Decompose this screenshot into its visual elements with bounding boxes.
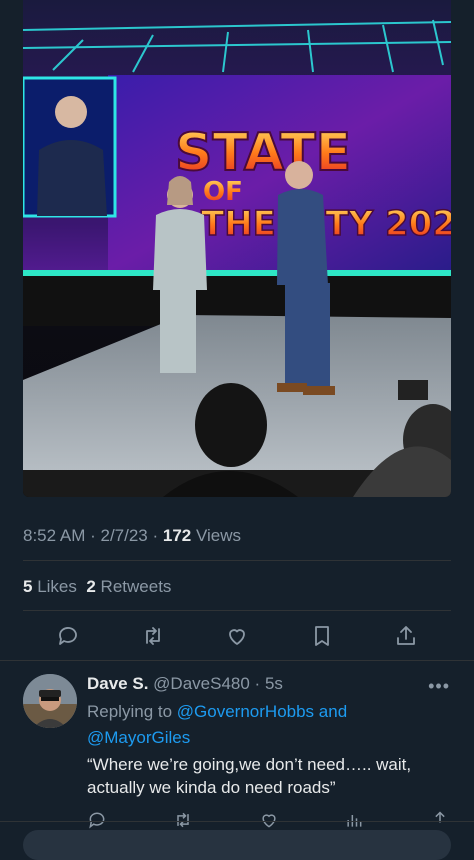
retweets-label: Retweets (100, 577, 172, 596)
reply-action-bar (87, 810, 450, 830)
share-icon[interactable] (430, 810, 450, 830)
reply-header: Dave S. @DaveS480 · 5s (87, 674, 283, 693)
reply-compose-bar[interactable] (23, 830, 451, 860)
retweet-icon[interactable] (141, 624, 165, 653)
likes-link[interactable]: 5 Likes (23, 577, 77, 596)
views-label: Views (195, 526, 242, 545)
and-label: and (318, 702, 348, 721)
divider (0, 660, 474, 661)
views-icon[interactable] (344, 810, 364, 830)
bookmark-icon[interactable] (310, 624, 334, 653)
reply-time[interactable]: 5s (265, 674, 283, 693)
replying-to-label: Replying to (87, 702, 173, 721)
views-count: 172 (162, 526, 192, 545)
tweet-action-bar (23, 620, 451, 656)
retweet-icon[interactable] (173, 810, 193, 830)
reply-author-handle[interactable]: @DaveS480 (153, 674, 250, 693)
divider (23, 560, 451, 561)
mention-link[interactable]: @GovernorHobbs (177, 702, 314, 721)
sign-line3: THE CITY 202 (201, 204, 451, 244)
reply-text: “Where we’re going,we don’t need….. wait… (87, 755, 412, 797)
tweet-photo[interactable]: STATE OF THE CITY 202 (23, 0, 451, 497)
more-options-icon[interactable]: ••• (428, 676, 450, 697)
reply-icon[interactable] (56, 624, 80, 653)
divider (23, 610, 451, 611)
tweet-stats: 5 Likes 2 Retweets (23, 577, 171, 597)
retweets-link[interactable]: 2 Retweets (86, 577, 171, 596)
tweet-time[interactable]: 8:52 AM (23, 526, 85, 545)
likes-label: Likes (37, 577, 77, 596)
sign-line2: OF (203, 177, 243, 207)
reply-author-name[interactable]: Dave S. (87, 674, 148, 693)
divider (0, 821, 474, 822)
replying-to: Replying to @GovernorHobbs and @MayorGil… (87, 699, 387, 751)
avatar[interactable] (23, 674, 77, 728)
sign-line1: STATE (175, 123, 351, 183)
tweet-date[interactable]: 2/7/23 (100, 526, 147, 545)
reply-tweet[interactable]: Dave S. @DaveS480 · 5s ••• Replying to @… (0, 664, 474, 829)
tweet-timestamp-views: 8:52 AM · 2/7/23 · 172 Views (23, 526, 242, 545)
likes-count: 5 (23, 577, 33, 596)
share-icon[interactable] (394, 624, 418, 653)
reply-icon[interactable] (87, 810, 107, 830)
mention-link[interactable]: @MayorGiles (87, 728, 190, 747)
heart-icon[interactable] (259, 810, 279, 830)
retweets-count: 2 (86, 577, 96, 596)
heart-icon[interactable] (225, 624, 249, 653)
